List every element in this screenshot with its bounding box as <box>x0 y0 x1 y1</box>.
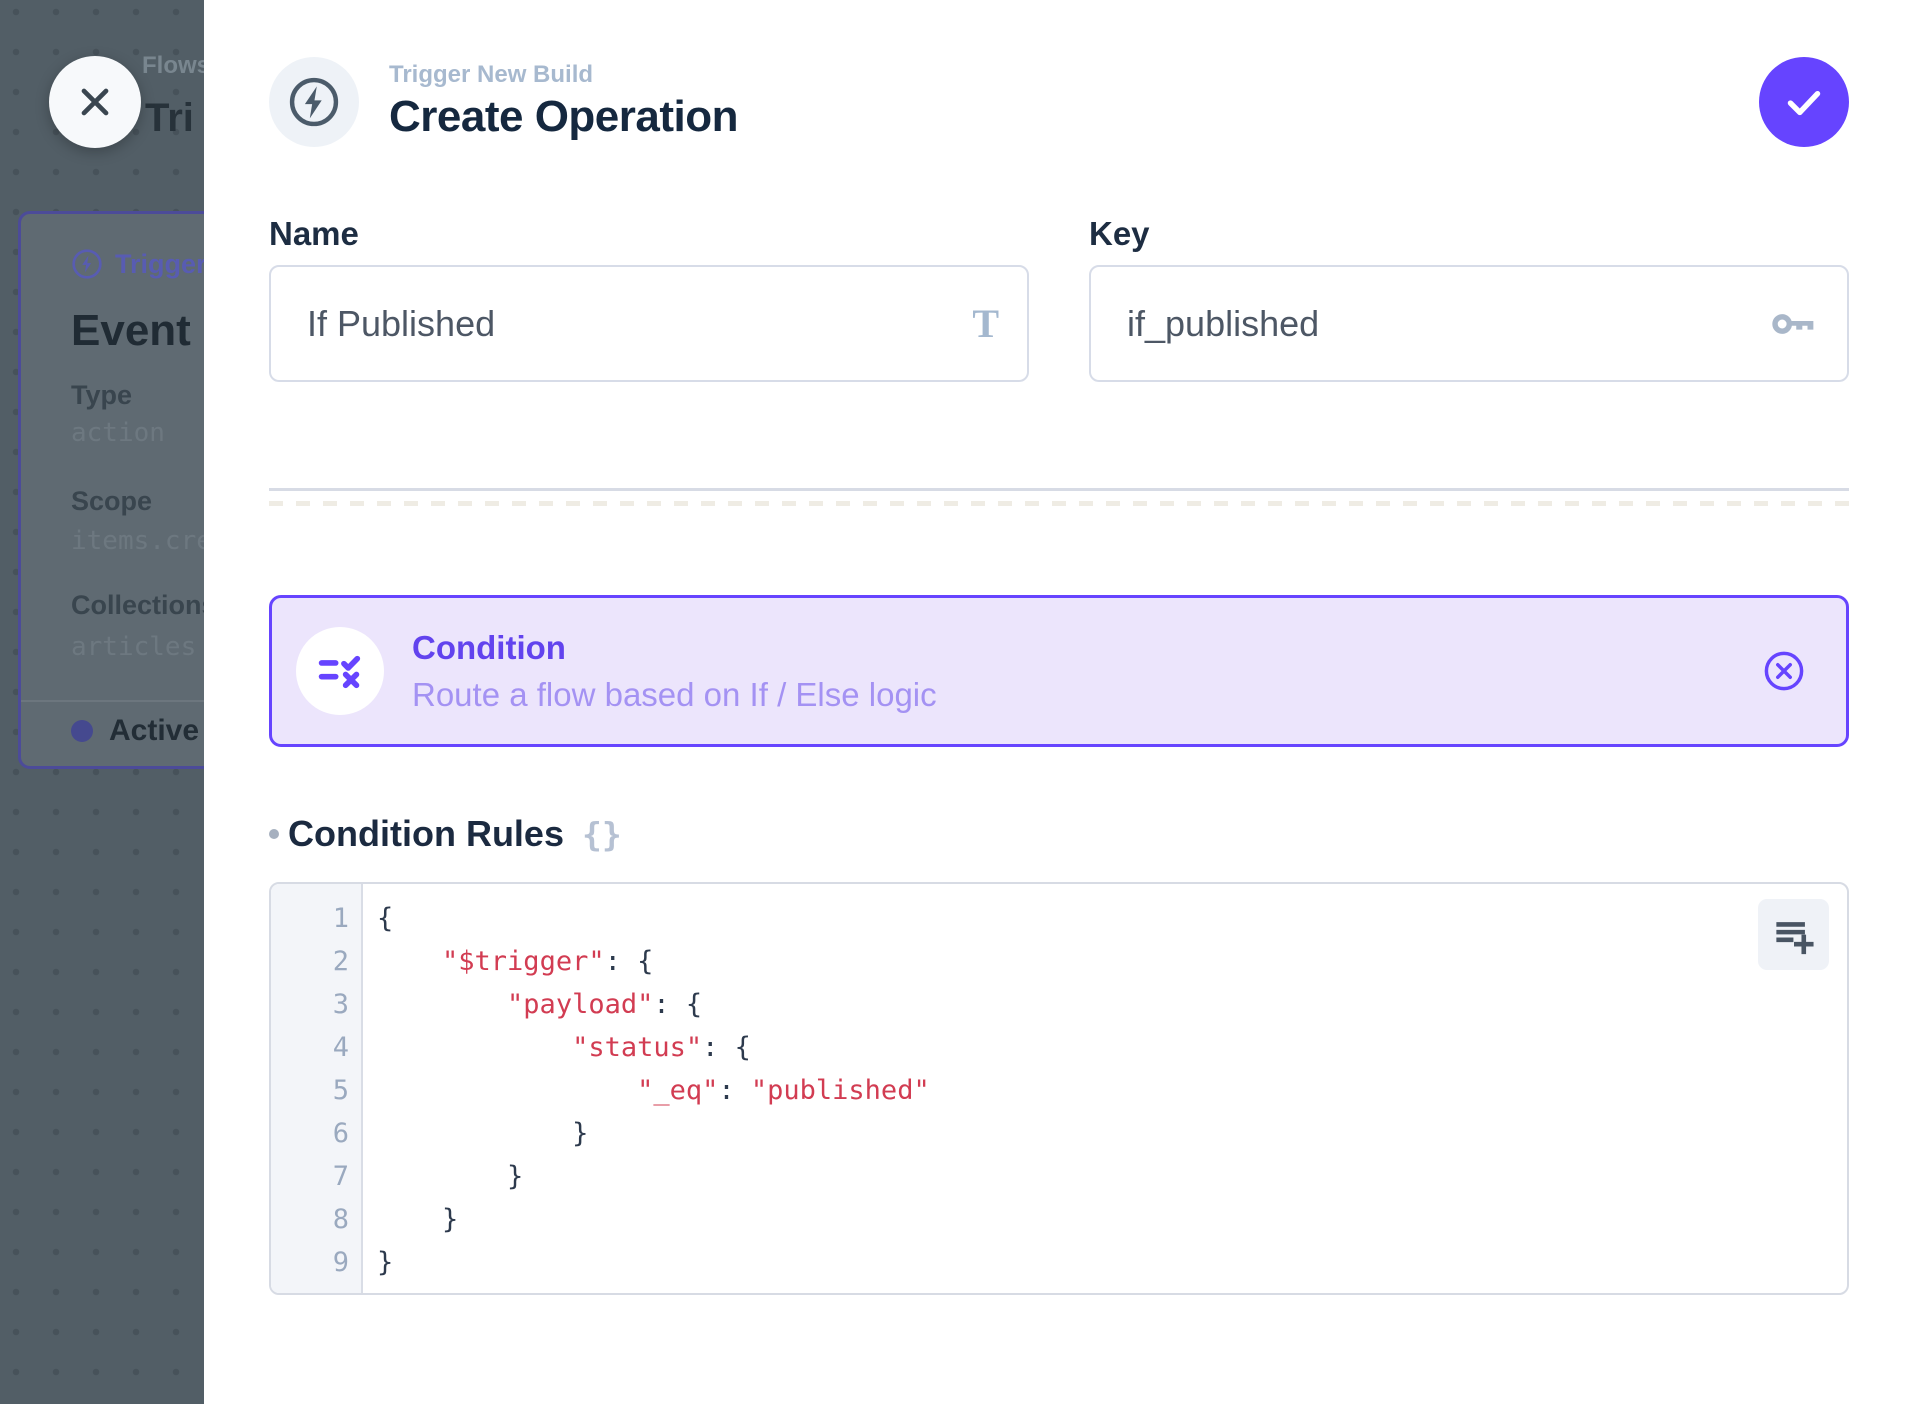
key-field-group: Key if_published <box>1089 217 1849 382</box>
key-label: Key <box>1089 217 1849 251</box>
condition-subtitle: Route a flow based on If / Else logic <box>412 676 1762 714</box>
condition-rules-editor[interactable]: 123456789 { "$trigger": { "payload": { "… <box>269 882 1849 1295</box>
type-label: Type <box>71 380 132 411</box>
line-number: 7 <box>271 1155 349 1198</box>
code-line: "$trigger": { <box>377 940 1847 983</box>
scope-label: Scope <box>71 486 152 517</box>
confirm-button[interactable] <box>1759 57 1849 147</box>
playlist-add-icon <box>1771 912 1817 958</box>
operation-form: Name If Published T Key if_published <box>269 217 1849 382</box>
key-input[interactable]: if_published <box>1089 265 1849 382</box>
collections-label: Collections <box>71 590 204 621</box>
drawer-subtitle: Trigger New Build <box>389 61 1759 90</box>
drawer-header: Trigger New Build Create Operation <box>269 56 1849 147</box>
line-number: 3 <box>271 983 349 1026</box>
name-field-group: Name If Published T <box>269 217 1029 382</box>
line-number: 6 <box>271 1112 349 1155</box>
code-line: } <box>377 1198 1847 1241</box>
code-line: "_eq": "published" <box>377 1069 1847 1112</box>
scope-value: items.cre <box>71 526 204 556</box>
line-number: 8 <box>271 1198 349 1241</box>
line-number: 1 <box>271 897 349 940</box>
line-number: 9 <box>271 1241 349 1284</box>
drawer-title: Create Operation <box>389 92 1759 143</box>
name-input[interactable]: If Published T <box>269 265 1029 382</box>
line-number: 5 <box>271 1069 349 1112</box>
rule-icon <box>314 645 366 697</box>
condition-title: Condition <box>412 628 1762 668</box>
playlist-add-button[interactable] <box>1758 899 1829 970</box>
trigger-panel-card: Trigger Event H Type action Scope items.… <box>18 211 204 769</box>
name-label: Name <box>269 217 1029 251</box>
trigger-badge: Trigger <box>71 248 204 280</box>
create-operation-drawer: Trigger New Build Create Operation Name … <box>204 0 1906 1404</box>
divider-dashed-pattern <box>269 501 1849 506</box>
condition-texts: Condition Route a flow based on If / Els… <box>412 628 1762 714</box>
section-divider <box>269 488 1849 491</box>
code-line: } <box>377 1241 1847 1284</box>
bolt-circle-icon <box>71 248 103 280</box>
status-badge[interactable]: Active <box>71 714 204 748</box>
breadcrumb: Flows <box>142 52 204 80</box>
code-line: } <box>377 1112 1847 1155</box>
trigger-badge-label: Trigger <box>115 249 204 280</box>
line-number-gutter: 123456789 <box>271 884 363 1293</box>
name-input-value: If Published <box>307 303 972 345</box>
status-label: Active <box>109 714 199 748</box>
bolt-circle-icon <box>286 74 342 130</box>
page-title: Tri <box>145 96 194 141</box>
code-line: "status": { <box>377 1026 1847 1069</box>
code-line: { <box>377 897 1847 940</box>
card-divider <box>21 700 204 702</box>
type-value: action <box>71 418 165 448</box>
collections-value: articles <box>71 632 196 662</box>
curly-braces-icon: {} <box>582 815 622 854</box>
screen: Flows Tri Trigger Event H Type action Sc… <box>0 0 1906 1404</box>
edited-dot <box>269 829 279 839</box>
scrim-backdrop: Flows Tri Trigger Event H Type action Sc… <box>0 0 204 1404</box>
check-icon <box>1779 77 1829 127</box>
remove-condition-button[interactable] <box>1762 649 1806 693</box>
drawer-close-button[interactable] <box>49 56 141 148</box>
title-formatter-icon: T <box>972 300 999 347</box>
status-dot <box>71 720 93 742</box>
line-number: 2 <box>271 940 349 983</box>
key-icon <box>1767 298 1819 350</box>
code-area[interactable]: { "$trigger": { "payload": { "status": {… <box>363 884 1847 1293</box>
condition-icon-circle <box>296 627 384 715</box>
drawer-titles: Trigger New Build Create Operation <box>389 61 1759 142</box>
close-icon <box>73 80 117 124</box>
circle-x-icon <box>1762 649 1806 693</box>
condition-rules-header: Condition Rules {} <box>269 813 1849 855</box>
code-line: } <box>377 1155 1847 1198</box>
trigger-heading: Event H <box>71 306 204 356</box>
operation-icon-circle <box>269 57 359 147</box>
line-number: 4 <box>271 1026 349 1069</box>
condition-rules-label: Condition Rules <box>288 813 564 855</box>
key-input-value: if_published <box>1127 303 1767 345</box>
code-line: "payload": { <box>377 983 1847 1026</box>
condition-panel[interactable]: Condition Route a flow based on If / Els… <box>269 595 1849 747</box>
